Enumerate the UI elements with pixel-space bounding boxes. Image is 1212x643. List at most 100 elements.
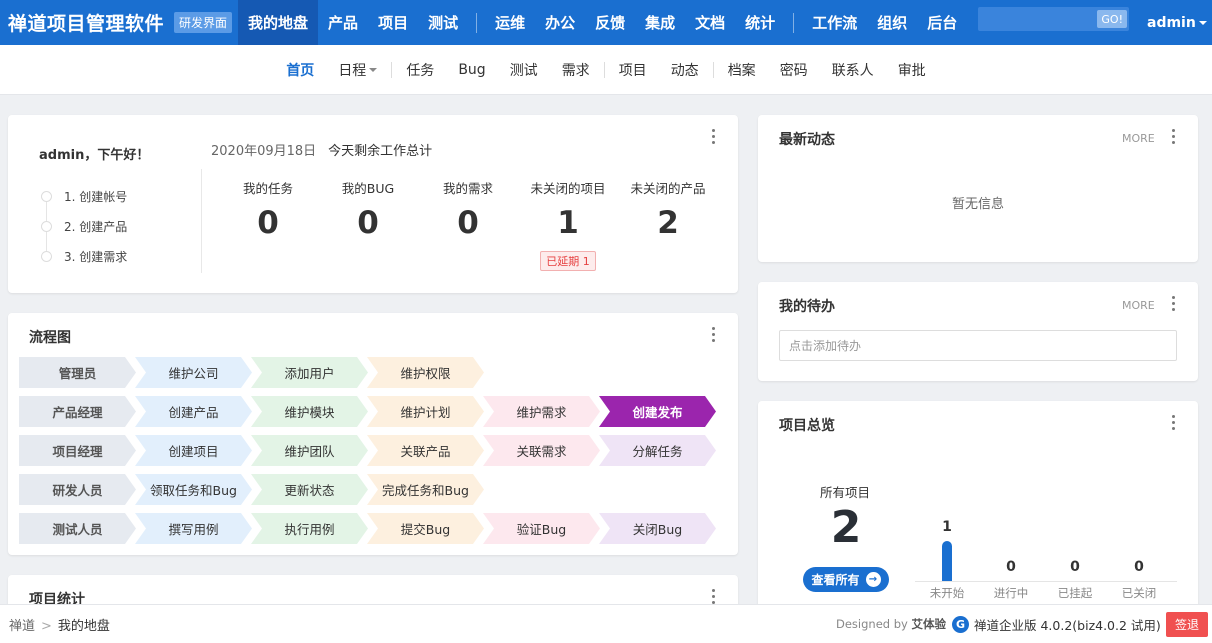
nav-item[interactable]: 统计 xyxy=(735,0,785,45)
search-input[interactable] xyxy=(978,7,1098,31)
nav-item[interactable]: 运维 xyxy=(485,0,535,45)
signout-button[interactable]: 签退 xyxy=(1166,612,1208,637)
view-all-button[interactable]: 查看所有 → xyxy=(803,567,889,592)
flow-step[interactable]: 创建产品 xyxy=(135,396,252,427)
subnav-item[interactable]: 审批 xyxy=(886,60,938,80)
nav-item[interactable]: 项目 xyxy=(368,0,418,45)
project-overview-panel: 项目总览 所有项目 2 查看所有 → 1 未开始 0 进行中 0 已挂起 0 已关闭 xyxy=(758,401,1198,615)
stat-item[interactable]: 未关闭的产品 2 xyxy=(618,178,718,271)
subnav-item[interactable]: 密码 xyxy=(768,60,820,80)
subnav-item[interactable]: 首页 xyxy=(274,60,326,80)
flow-step[interactable]: 创建发布 xyxy=(599,396,716,427)
flow-row: 项目经理 创建项目 维护团队 关联产品 关联需求 分解任务 xyxy=(19,435,716,466)
top-navbar: 禅道项目管理软件 研发界面 我的地盘 产品 项目 测试 运维 办公 反馈 集成 文档 统计 工作流组… xyxy=(0,0,1212,45)
flow-role: 项目经理 xyxy=(19,435,136,466)
all-projects-label: 所有项目 xyxy=(820,485,871,500)
flow-step[interactable]: 执行用例 xyxy=(251,513,368,544)
dynamic-more-link[interactable]: MORE xyxy=(1122,132,1155,145)
flow-step[interactable]: 创建项目 xyxy=(135,435,252,466)
nav-item[interactable]: 反馈 xyxy=(585,0,635,45)
view-all-label: 查看所有 xyxy=(811,573,860,587)
work-summary-label: 今天剩余工作总计 xyxy=(328,144,433,159)
designer-name[interactable]: 艾体验 xyxy=(912,617,947,631)
nav-item[interactable]: 办公 xyxy=(535,0,585,45)
step-dot-icon xyxy=(41,250,52,262)
subnav-label: 项目 xyxy=(618,62,647,79)
flow-step[interactable]: 撰写用例 xyxy=(135,513,252,544)
flow-step[interactable]: 维护需求 xyxy=(483,396,600,427)
nav-item[interactable]: 产品 xyxy=(318,0,368,45)
flow-step[interactable]: 提交Bug xyxy=(367,513,484,544)
flow-step[interactable]: 维护团队 xyxy=(251,435,368,466)
flow-step[interactable]: 关联产品 xyxy=(367,435,484,466)
more-menu-icon[interactable] xyxy=(1172,296,1176,311)
flow-step[interactable]: 维护权限 xyxy=(367,357,484,388)
step-item[interactable]: 3. 创建需求 xyxy=(41,241,127,271)
nav-item[interactable]: 我的地盘 xyxy=(238,0,319,45)
flow-role: 研发人员 xyxy=(19,474,136,505)
dynamic-title: 最新动态 xyxy=(779,132,835,148)
subnav-item[interactable]: 需求 xyxy=(550,60,602,80)
step-item[interactable]: 1. 创建帐号 xyxy=(41,181,127,211)
version-text: 禅道企业版 4.0.2(biz4.0.2 试用) xyxy=(974,617,1161,633)
user-menu[interactable]: admin xyxy=(1147,0,1207,45)
nav-item[interactable]: 组织 xyxy=(867,0,917,45)
flow-step[interactable]: 验证Bug xyxy=(483,513,600,544)
bar-category-label: 已关闭 xyxy=(1121,586,1157,600)
stat-item[interactable]: 我的BUG 0 xyxy=(318,178,418,271)
subnav-label: 联系人 xyxy=(831,62,874,79)
flow-step[interactable]: 关联需求 xyxy=(483,435,600,466)
more-menu-icon[interactable] xyxy=(712,327,716,342)
version-info[interactable]: G 禅道企业版 4.0.2(biz4.0.2 试用) xyxy=(952,615,1161,634)
more-menu-icon[interactable] xyxy=(1172,129,1176,144)
subnav-item[interactable]: 测试 xyxy=(498,60,550,80)
more-menu-icon[interactable] xyxy=(712,129,716,144)
mode-badge[interactable]: 研发界面 xyxy=(174,12,233,33)
flow-step[interactable]: 维护模块 xyxy=(251,396,368,427)
user-name: admin xyxy=(1147,14,1196,31)
stat-item[interactable]: 未关闭的项目 1 已延期 1 xyxy=(518,178,618,271)
subnav-item[interactable]: 联系人 xyxy=(820,60,886,80)
breadcrumb-current[interactable]: 我的地盘 xyxy=(58,619,110,634)
subnav-item[interactable]: 档案 xyxy=(716,60,768,80)
nav-item[interactable]: 工作流 xyxy=(802,0,867,45)
todo-more-link[interactable]: MORE xyxy=(1122,299,1155,312)
flow-step[interactable]: 添加用户 xyxy=(251,357,368,388)
breadcrumb-root[interactable]: 禅道 xyxy=(9,619,35,634)
bar-value-label: 0 xyxy=(1134,559,1144,575)
add-todo-input[interactable] xyxy=(779,330,1177,361)
subnav-item[interactable]: 日程 xyxy=(326,60,389,80)
todo-title: 我的待办 xyxy=(779,299,835,315)
subnav-item[interactable]: 任务 xyxy=(394,60,446,80)
bar-mark[interactable] xyxy=(942,541,952,581)
brand-title[interactable]: 禅道项目管理软件 xyxy=(0,9,164,36)
flow-row: 测试人员 撰写用例 执行用例 提交Bug 验证Bug 关闭Bug xyxy=(19,513,716,544)
subnav-item[interactable]: 动态 xyxy=(659,60,711,80)
flow-step[interactable]: 完成任务和Bug xyxy=(367,474,484,505)
subnav-item[interactable]: 项目 xyxy=(607,60,659,80)
more-menu-icon[interactable] xyxy=(712,589,716,604)
flow-step[interactable]: 维护计划 xyxy=(367,396,484,427)
subnav-divider xyxy=(603,61,605,78)
empty-message: 暂无信息 xyxy=(951,197,1004,212)
flow-step[interactable]: 更新状态 xyxy=(251,474,368,505)
flow-step[interactable]: 维护公司 xyxy=(135,357,252,388)
step-item[interactable]: 2. 创建产品 xyxy=(41,211,127,241)
search-go-button[interactable]: GO! xyxy=(1097,10,1127,28)
step-label: 2. 创建产品 xyxy=(64,219,128,234)
stat-item[interactable]: 我的任务 0 xyxy=(218,178,318,271)
nav-item[interactable]: 后台 xyxy=(917,0,967,45)
nav-item[interactable]: 集成 xyxy=(635,0,685,45)
flow-step[interactable]: 关闭Bug xyxy=(599,513,716,544)
nav-divider xyxy=(476,12,478,33)
bar-category-label: 进行中 xyxy=(993,586,1029,600)
bar-category-label: 未开始 xyxy=(929,586,965,600)
flow-step[interactable]: 分解任务 xyxy=(599,435,716,466)
nav-item[interactable]: 文档 xyxy=(685,0,735,45)
flow-step[interactable]: 领取任务和Bug xyxy=(135,474,252,505)
subnav-label: 首页 xyxy=(286,62,315,79)
subnav-item[interactable]: Bug xyxy=(446,62,497,78)
nav-item[interactable]: 测试 xyxy=(418,0,468,45)
stat-item[interactable]: 我的需求 0 xyxy=(418,178,518,271)
subnav-label: 档案 xyxy=(727,62,756,79)
